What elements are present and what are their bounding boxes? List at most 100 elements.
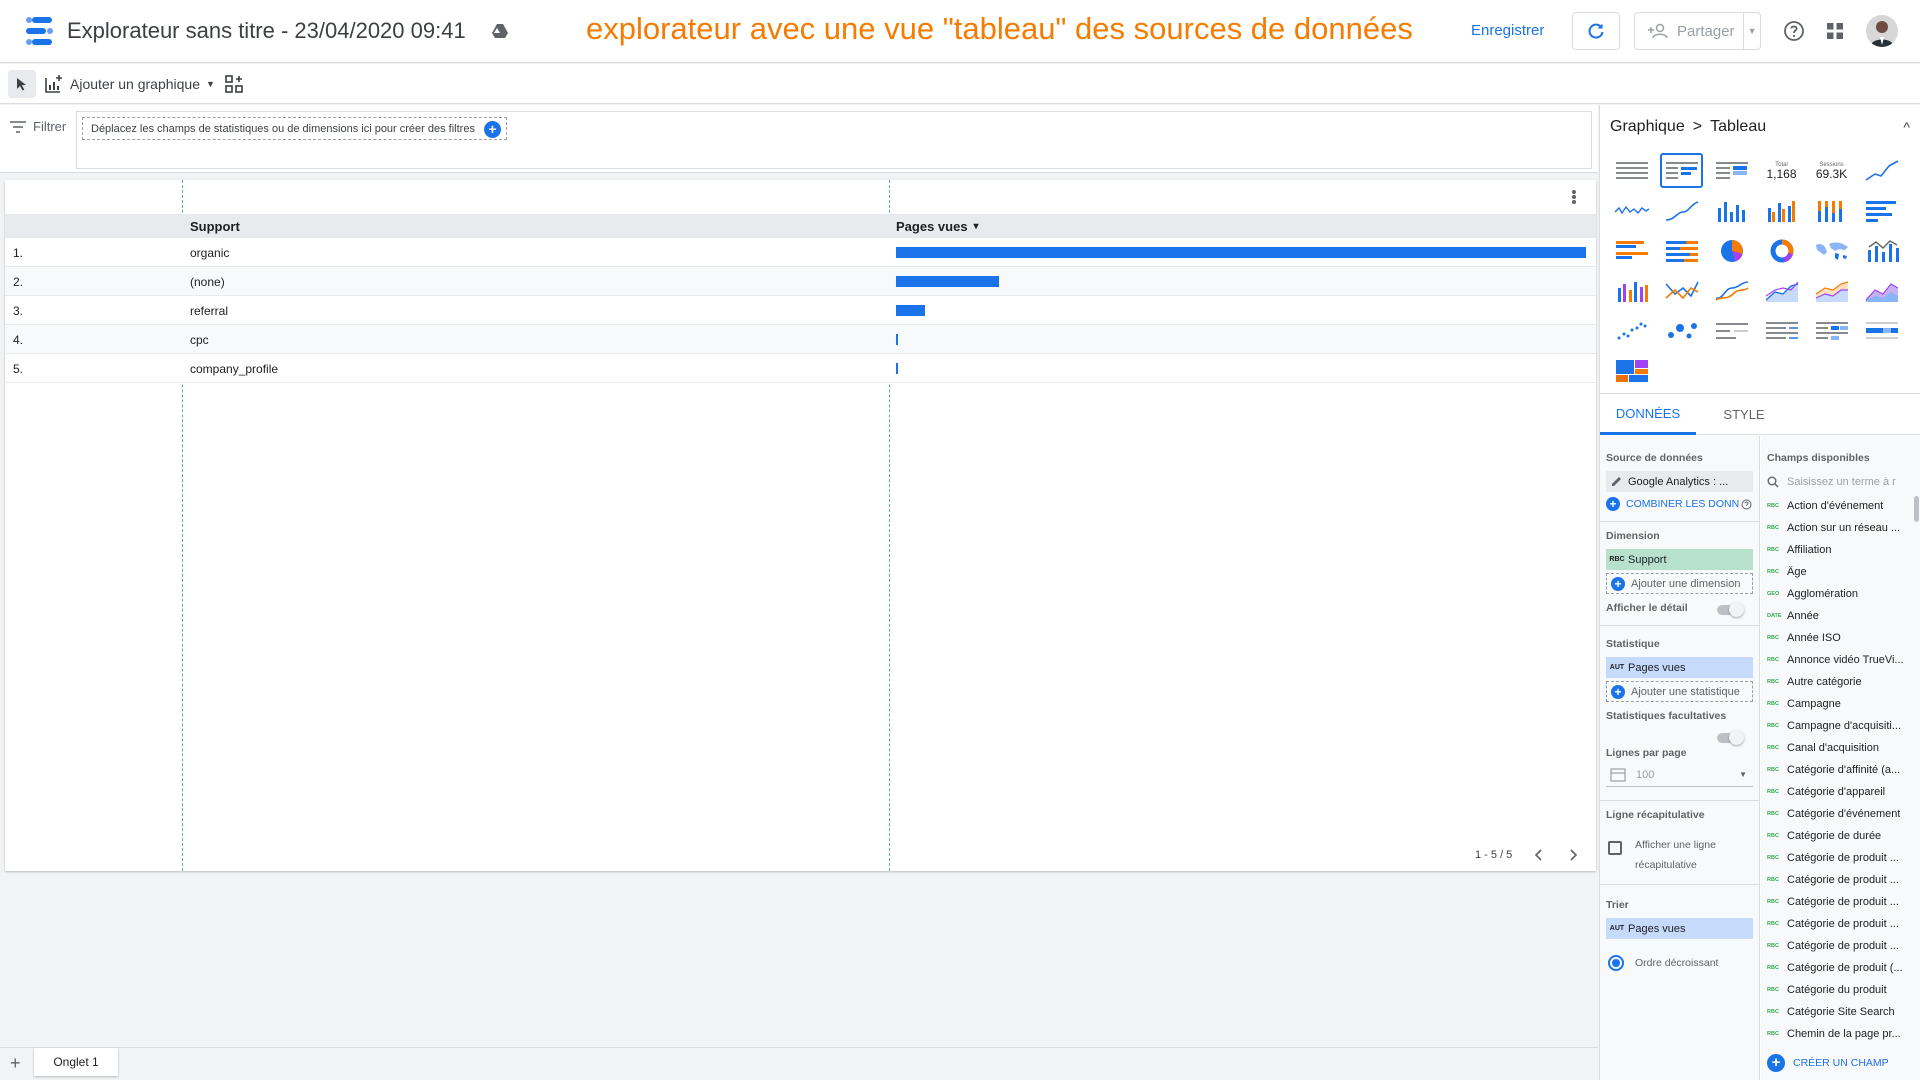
- field-item[interactable]: RBC Catégorie de durée: [1767, 825, 1917, 847]
- document-title[interactable]: Explorateur sans titre - 23/04/2020 09:4…: [67, 18, 466, 44]
- chart-type-scorecard[interactable]: Total 1,168: [1760, 153, 1803, 188]
- apps-grid-icon[interactable]: [1826, 22, 1844, 40]
- chart-type-smooth-line[interactable]: [1660, 193, 1703, 228]
- rows-per-page-select[interactable]: 100 ▼: [1606, 763, 1753, 787]
- add-chart-button[interactable]: Ajouter un graphique ▼: [44, 72, 215, 96]
- save-button[interactable]: Enregistrer: [1471, 22, 1544, 39]
- chart-type-scatter[interactable]: [1610, 313, 1653, 348]
- chart-type-donut[interactable]: [1760, 233, 1803, 268]
- share-main[interactable]: Partager: [1635, 23, 1743, 40]
- field-item[interactable]: RBC Catégorie de produit (...: [1767, 957, 1917, 979]
- share-dropdown-icon[interactable]: ▼: [1743, 13, 1760, 49]
- field-item[interactable]: RBC Campagne d'acquisiti...: [1767, 715, 1917, 737]
- sort-chip[interactable]: AUT Pages vues: [1606, 918, 1753, 939]
- chart-type-heatmap-table[interactable]: [1710, 153, 1753, 188]
- prev-page-icon[interactable]: [1532, 848, 1546, 862]
- page-tab[interactable]: Onglet 1: [34, 1048, 118, 1076]
- blend-data-button[interactable]: + COMBINER LES DONN: [1606, 497, 1752, 511]
- chart-type-pie[interactable]: [1710, 233, 1753, 268]
- add-page-button[interactable]: +: [10, 1053, 21, 1074]
- help-small-icon[interactable]: [1741, 499, 1752, 510]
- user-avatar[interactable]: [1866, 15, 1898, 47]
- chart-type-sparkline[interactable]: [1610, 193, 1653, 228]
- chart-type-combo[interactable]: [1860, 233, 1903, 268]
- drill-down-toggle[interactable]: [1717, 602, 1744, 617]
- table-row[interactable]: 2. (none): [5, 267, 1596, 296]
- chart-type-table-bars[interactable]: [1660, 153, 1703, 188]
- field-item[interactable]: RBC Catégorie de produit ...: [1767, 847, 1917, 869]
- table-row[interactable]: 4. cpc: [5, 325, 1596, 354]
- field-item[interactable]: RBC Action sur un réseau ...: [1767, 517, 1917, 539]
- sort-descending-radio[interactable]: [1608, 955, 1624, 971]
- chart-type-stacked-combo[interactable]: [1610, 273, 1653, 308]
- drive-icon[interactable]: [491, 22, 509, 40]
- field-item[interactable]: RBC Annonce vidéo TrueVi...: [1767, 649, 1917, 671]
- column-header-pages-vues[interactable]: Pages vues ▾: [896, 219, 979, 234]
- data-studio-logo-icon[interactable]: [22, 14, 56, 48]
- filter-hint[interactable]: Déplacez les champs de statistiques ou d…: [82, 117, 507, 140]
- filter-drop-zone[interactable]: Déplacez les champs de statistiques ou d…: [76, 111, 1592, 169]
- chart-type-stacked-bar[interactable]: [1660, 233, 1703, 268]
- share-button[interactable]: Partager ▼: [1634, 12, 1761, 50]
- field-item[interactable]: RBC Catégorie Site Search: [1767, 1001, 1917, 1023]
- add-dimension-button[interactable]: + Ajouter une dimension: [1606, 573, 1753, 594]
- field-item[interactable]: RBC Catégorie de produit ...: [1767, 891, 1917, 913]
- scrollbar[interactable]: [1914, 496, 1919, 522]
- chart-type-bubble[interactable]: [1660, 313, 1703, 348]
- field-item[interactable]: RBC Catégorie de produit ...: [1767, 935, 1917, 957]
- field-item[interactable]: RBC Chemin de la page pr...: [1767, 1023, 1917, 1045]
- chart-type-pivot-heatmap[interactable]: [1810, 313, 1853, 348]
- chart-type-area[interactable]: [1760, 273, 1803, 308]
- chart-type-column[interactable]: [1710, 193, 1753, 228]
- metric-chip[interactable]: AUT Pages vues: [1606, 657, 1753, 678]
- field-item[interactable]: RBC Catégorie d'affinité (a...: [1767, 759, 1917, 781]
- field-item[interactable]: RBC Catégorie de produit ...: [1767, 913, 1917, 935]
- field-item[interactable]: RBC Autre catégorie: [1767, 671, 1917, 693]
- table-row[interactable]: 1. organic: [5, 238, 1596, 267]
- chart-type-grouped-column[interactable]: [1760, 193, 1803, 228]
- chart-type-stacked-column[interactable]: [1810, 193, 1853, 228]
- table-chart[interactable]: Support Pages vues ▾ 1. organic 2. (none) 3.…: [5, 180, 1596, 871]
- add-control-icon[interactable]: [224, 74, 244, 94]
- refresh-button[interactable]: [1572, 12, 1620, 50]
- chart-type-geo-map[interactable]: [1810, 233, 1853, 268]
- chart-type-treemap[interactable]: [1610, 353, 1653, 388]
- add-metric-button[interactable]: + Ajouter une statistique: [1606, 681, 1753, 702]
- optional-metrics-toggle[interactable]: [1717, 730, 1744, 745]
- field-item[interactable]: DATE Année: [1767, 605, 1917, 627]
- add-filter-icon[interactable]: +: [484, 121, 501, 138]
- field-item[interactable]: RBC Campagne: [1767, 693, 1917, 715]
- dimension-chip[interactable]: RBC Support: [1606, 549, 1753, 570]
- chart-type-scorecard-compact[interactable]: Sessions 69.3K: [1810, 153, 1853, 188]
- chart-type-grouped-bar[interactable]: [1610, 233, 1653, 268]
- select-tool-button[interactable]: [8, 70, 36, 98]
- field-item[interactable]: GEO Agglomération: [1767, 583, 1917, 605]
- column-header-support[interactable]: Support: [190, 219, 240, 234]
- field-item[interactable]: RBC Catégorie du produit: [1767, 979, 1917, 1001]
- more-options-icon[interactable]: [1572, 190, 1576, 204]
- chart-type-time-series[interactable]: [1860, 153, 1903, 188]
- chart-type-line[interactable]: [1660, 273, 1703, 308]
- field-item[interactable]: RBC Année ISO: [1767, 627, 1917, 649]
- chart-type-bar[interactable]: [1860, 193, 1903, 228]
- tab-data[interactable]: DONNÉES: [1600, 394, 1696, 435]
- fields-search-input[interactable]: Saisissez un terme à r: [1767, 471, 1917, 493]
- help-icon[interactable]: [1783, 20, 1805, 42]
- edit-icon[interactable]: [1606, 475, 1628, 489]
- create-field-button[interactable]: + CRÉER UN CHAMP: [1767, 1054, 1889, 1072]
- field-item[interactable]: RBC Âge: [1767, 561, 1917, 583]
- chart-type-table[interactable]: [1610, 153, 1653, 188]
- field-item[interactable]: RBC Affiliation: [1767, 539, 1917, 561]
- next-page-icon[interactable]: [1566, 848, 1580, 862]
- field-item[interactable]: RBC Action d'événement: [1767, 495, 1917, 517]
- field-item[interactable]: RBC Catégorie d'appareil: [1767, 781, 1917, 803]
- table-row[interactable]: 5. company_profile: [5, 354, 1596, 383]
- chart-type-bullet[interactable]: [1710, 313, 1753, 348]
- chart-type-smooth-line-multi[interactable]: [1710, 273, 1753, 308]
- tab-style[interactable]: STYLE: [1696, 394, 1792, 435]
- chart-type-pivot-table[interactable]: [1760, 313, 1803, 348]
- field-item[interactable]: RBC Canal d'acquisition: [1767, 737, 1917, 759]
- chart-type-stacked-area[interactable]: [1810, 273, 1853, 308]
- field-item[interactable]: RBC Catégorie d'événement: [1767, 803, 1917, 825]
- table-row[interactable]: 3. referral: [5, 296, 1596, 325]
